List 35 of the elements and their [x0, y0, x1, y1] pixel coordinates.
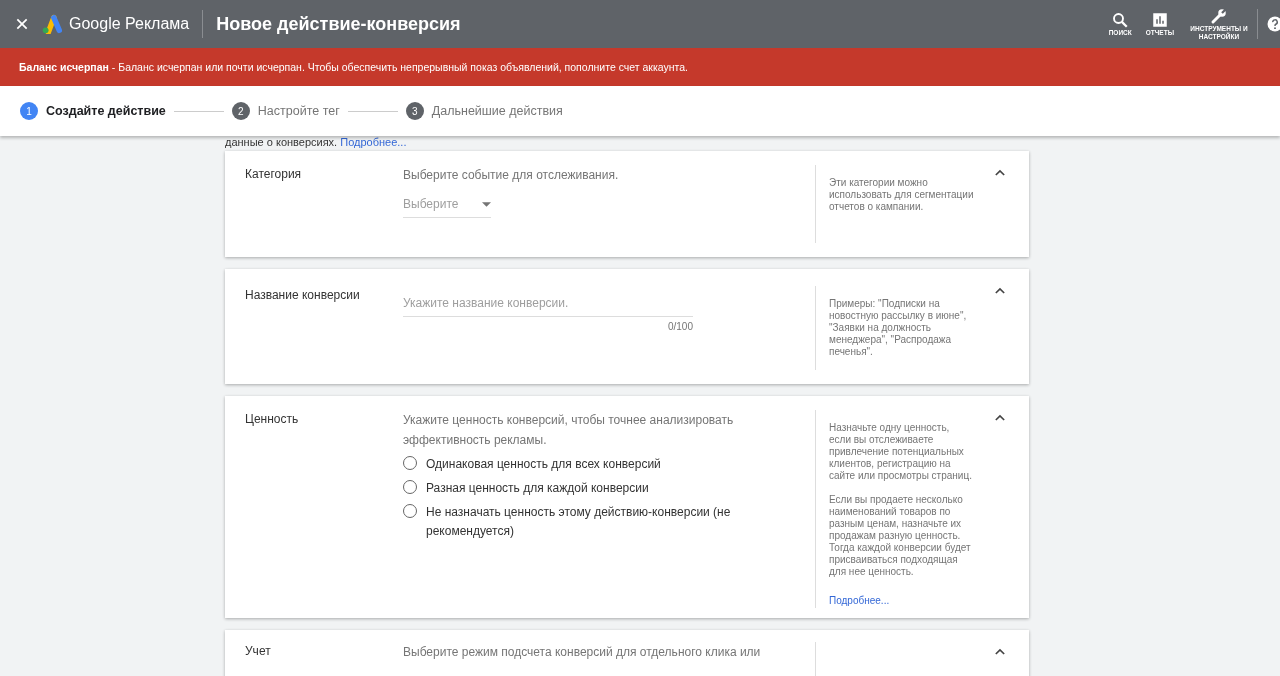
alert-text: Баланс исчерпан - Баланс исчерпан или почти исчерпан. Чтобы обеспечить непрерывный показ объявлений, пополните счет аккаунта.	[19, 61, 688, 73]
intro-text: данные о конверсиях. Подробнее...	[225, 136, 408, 149]
chevron-icon[interactable]	[995, 169, 1005, 176]
step[interactable]: 2 Настройте тег	[231, 102, 340, 120]
logo-icon	[41, 14, 63, 34]
help-icon[interactable]	[1266, 15, 1280, 33]
step[interactable]: 1 Создайте действие	[20, 102, 166, 120]
dropdown-caret-icon	[482, 201, 491, 207]
page-title: Новое действие-конверсия	[216, 13, 461, 35]
section-description: Укажите ценность конверсий, чтобы точнее анализировать эффективность рекламы.	[403, 412, 735, 449]
bar-chart-icon	[1150, 11, 1169, 30]
step[interactable]: 3 Дальнейшие действия	[405, 102, 563, 120]
learn-more-link[interactable]: Подробнее...	[829, 595, 890, 606]
section-label: Категория	[245, 166, 303, 183]
section-label: Название конверсии	[245, 287, 361, 304]
chevron-icon[interactable]	[995, 287, 1005, 294]
close-icon[interactable]	[14, 16, 30, 32]
section-description: Выберите режим подсчета конверсий для отдельного клика или	[403, 644, 762, 661]
help-text: Назначьте одну ценность, если вы отслеживаете привлечение потенциальных клиентов, регистрацию на сайте или просмотры страниц.	[829, 422, 973, 482]
section-label: Ценность	[245, 411, 300, 428]
option-label: Одинаковая ценность для всех конверсий	[426, 456, 661, 473]
option-label: Разная ценность для каждой конверсии	[426, 480, 649, 497]
section-label: Учет	[245, 643, 272, 660]
help-text: Если вы продаете несколько наименований товаров по разным ценам, назначьте их продажам разную ценность. Тогда каждой конверсии будет присваиваться подходящая для нее ценность.	[829, 494, 972, 578]
chevron-icon[interactable]	[995, 648, 1005, 655]
character-counter: 0/100	[666, 321, 693, 332]
product-name: Google Реклама	[69, 15, 190, 33]
option-label: Не назначать ценность этому действию-конверсии (не рекомендуется)	[426, 504, 732, 540]
search-icon	[1111, 11, 1130, 30]
wrench-icon	[1210, 7, 1228, 26]
learn-more-link[interactable]: Подробнее...	[340, 136, 407, 148]
help-text: Эти категории можно использовать для сегментации отчетов о кампании.	[829, 177, 974, 213]
help-text: Примеры: "Подписки на новостную рассылку в июне", "Заявки на должность менеджера", "Распродажа печенья".	[829, 298, 968, 358]
section-description: Выберите событие для отслеживания.	[403, 167, 620, 184]
chevron-icon[interactable]	[995, 414, 1005, 421]
